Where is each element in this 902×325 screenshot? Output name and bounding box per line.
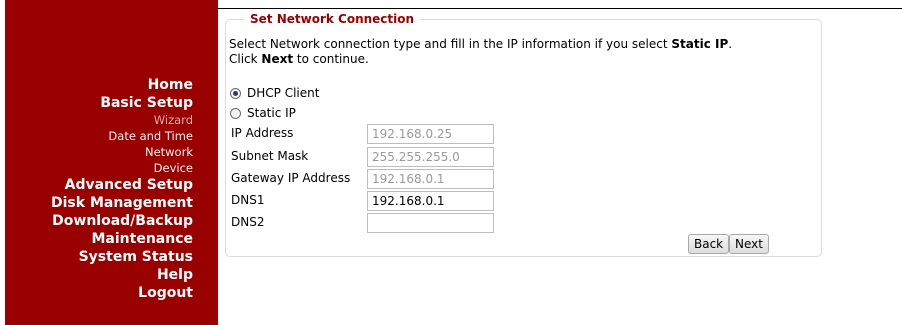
- sidebar-item-logout[interactable]: Logout: [51, 284, 193, 302]
- sidebar-subitem-device[interactable]: Device: [51, 160, 193, 176]
- static-ip-radio[interactable]: [230, 107, 241, 119]
- ip-address-field[interactable]: [367, 124, 494, 144]
- ip-address-label: IP Address: [231, 126, 294, 140]
- next-button[interactable]: Next: [729, 234, 769, 254]
- sidebar-item-maintenance[interactable]: Maintenance: [51, 230, 193, 248]
- intro-line-2-end: to continue.: [293, 52, 369, 66]
- dns1-label: DNS1: [231, 193, 265, 207]
- dhcp-client-label: DHCP Client: [247, 86, 320, 100]
- intro-line-2-text: Click: [229, 52, 262, 66]
- static-ip-option[interactable]: Static IP: [230, 106, 296, 120]
- gateway-ip-field[interactable]: [367, 169, 494, 189]
- subnet-mask-label: Subnet Mask: [231, 149, 309, 163]
- sidebar-item-disk-management[interactable]: Disk Management: [51, 194, 193, 212]
- dns2-label: DNS2: [231, 215, 265, 229]
- sidebar-nav: Home Basic Setup Wizard Date and Time Ne…: [51, 76, 193, 302]
- dhcp-client-radio[interactable]: [230, 87, 241, 99]
- radio-selected-dot: [233, 90, 238, 96]
- intro-line-1: Select Network connection type and fill …: [229, 37, 732, 52]
- intro-line-1-bold: Static IP: [671, 37, 729, 51]
- sidebar-item-advanced-setup[interactable]: Advanced Setup: [51, 176, 193, 194]
- sidebar-item-basic-setup[interactable]: Basic Setup: [51, 94, 193, 112]
- dns1-field[interactable]: [367, 191, 494, 211]
- sidebar-item-help[interactable]: Help: [51, 266, 193, 284]
- subnet-mask-field[interactable]: [367, 147, 494, 167]
- dhcp-client-option[interactable]: DHCP Client: [230, 86, 319, 100]
- intro-text: Select Network connection type and fill …: [229, 37, 732, 67]
- dns2-field[interactable]: [367, 213, 494, 233]
- sidebar: Home Basic Setup Wizard Date and Time Ne…: [5, 0, 218, 325]
- intro-line-1-text: Select Network connection type and fill …: [229, 37, 672, 51]
- top-divider-line: [216, 8, 902, 9]
- sidebar-item-home[interactable]: Home: [51, 76, 193, 94]
- sidebar-item-system-status[interactable]: System Status: [51, 248, 193, 266]
- intro-line-2-bold: Next: [261, 52, 294, 66]
- sidebar-subitem-wizard[interactable]: Wizard: [51, 112, 193, 128]
- back-button[interactable]: Back: [688, 234, 730, 254]
- sidebar-subitem-date-and-time[interactable]: Date and Time: [51, 128, 193, 144]
- sidebar-item-download-backup[interactable]: Download/Backup: [51, 212, 193, 230]
- intro-line-2: Click Next to continue.: [229, 52, 732, 67]
- panel-title: Set Network Connection: [250, 12, 415, 26]
- sidebar-subitem-network[interactable]: Network: [51, 144, 193, 160]
- gateway-ip-label: Gateway IP Address: [231, 171, 351, 185]
- static-ip-label: Static IP: [247, 106, 296, 120]
- intro-line-1-end: .: [728, 37, 733, 51]
